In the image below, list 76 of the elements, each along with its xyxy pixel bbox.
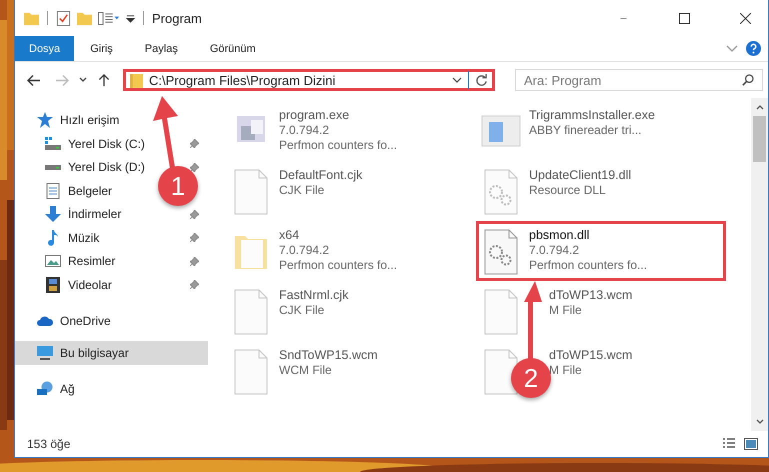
pin-icon[interactable]	[190, 162, 199, 172]
search-icon[interactable]	[742, 74, 754, 86]
file-detail: Resource DLL	[529, 183, 607, 198]
star-icon	[37, 112, 53, 128]
address-bar[interactable]: C:\Program Files\Program Dizini	[123, 69, 495, 91]
file-detail: WCM File	[279, 363, 333, 378]
sidebar-item[interactable]: OneDrive	[15, 308, 208, 332]
file-detail: Perfmon counters fo...	[529, 258, 648, 273]
document-icon	[45, 182, 61, 199]
details-view-icon[interactable]	[722, 438, 736, 450]
pin-icon[interactable]	[190, 280, 199, 290]
file-name: TrigrammsInstaller.exe	[529, 108, 655, 123]
file-detail: Perfmon counters fo...	[279, 138, 398, 153]
view-options-icon[interactable]	[98, 10, 120, 26]
pin-icon[interactable]	[190, 139, 199, 148]
scrollbar[interactable]	[751, 98, 768, 431]
file-name: dToWP15.wcm	[549, 348, 632, 363]
ribbon-tab[interactable]: Dosya	[15, 36, 74, 61]
maximize-icon[interactable]	[678, 12, 690, 24]
large-icons-view-icon[interactable]	[744, 438, 758, 450]
close-icon[interactable]	[740, 12, 750, 24]
ribbon-tab[interactable]: Görünüm	[194, 36, 272, 61]
highlighted-file-item[interactable]: pbsmon.dll 7.0.794.2 Perfmon counters fo...	[476, 221, 726, 281]
item-count: 153 öğe	[27, 437, 70, 451]
drive-icon	[45, 164, 61, 170]
sidebar-item[interactable]: Videolar	[15, 273, 155, 296]
sidebar-item[interactable]: Belgeler	[15, 179, 155, 202]
sidebar-item[interactable]: İndirmeler	[15, 202, 155, 226]
file-detail: 7.0.794.2	[279, 243, 330, 258]
file-name: dToWP13.wcm	[549, 288, 632, 303]
file-name: SndToWP15.wcm	[279, 348, 378, 363]
file-detail: CJK File	[279, 183, 326, 198]
drive-icon	[45, 136, 61, 152]
search-field[interactable]: Ara: Program	[515, 69, 763, 91]
dropdown-icon[interactable]	[126, 14, 135, 22]
sidebar-item[interactable]: Hızlı erişim	[15, 108, 208, 132]
film-icon	[45, 276, 61, 293]
pin-icon[interactable]	[190, 256, 199, 266]
sidebar-item[interactable]: Müzik	[15, 226, 155, 250]
down-arrow-icon	[45, 206, 61, 222]
up-arrow-icon[interactable]	[97, 74, 111, 86]
file-detail: 7.0.794.2	[529, 243, 580, 258]
monitor-icon	[37, 344, 53, 360]
file-detail: ABBY finereader tri...	[529, 123, 642, 138]
file-name: FastNrml.cjk	[279, 288, 348, 303]
file-detail: Perfmon counters fo...	[279, 258, 398, 273]
expand-ribbon-icon[interactable]	[726, 44, 738, 52]
scroll-down-icon[interactable]	[756, 419, 764, 425]
help-icon[interactable]	[746, 41, 761, 56]
file-name: UpdateClient19.dll	[529, 168, 632, 183]
network-icon	[37, 380, 53, 396]
file-name: program.exe	[279, 108, 350, 123]
file-name: DefaultFont.cjk	[279, 168, 362, 183]
back-arrow-icon[interactable]	[27, 74, 41, 86]
pin-icon[interactable]	[190, 210, 199, 219]
ribbon-tab[interactable]: Giriş	[74, 36, 129, 61]
window-title: Program	[152, 10, 202, 26]
sidebar-item[interactable]: Yerel Disk (D:)	[15, 156, 155, 179]
ribbon-tab[interactable]: Paylaş	[128, 36, 194, 61]
file-detail: M File	[549, 363, 583, 378]
file-detail: CJK File	[279, 303, 326, 318]
scroll-thumb[interactable]	[753, 116, 766, 162]
scroll-up-icon[interactable]	[756, 104, 764, 110]
file-name: x64	[279, 228, 300, 243]
recent-locations-icon[interactable]	[79, 77, 87, 83]
sidebar-item[interactable]: Bu bilgisayar	[15, 340, 208, 364]
music-note-icon	[45, 230, 61, 246]
pin-icon[interactable]	[190, 233, 199, 242]
sidebar-item[interactable]: Resimler	[15, 250, 155, 273]
file-detail: 7.0.794.2	[279, 123, 330, 138]
file-name: pbsmon.dll	[529, 228, 590, 243]
picture-frame-icon	[45, 253, 61, 270]
checklist-icon[interactable]	[56, 10, 71, 26]
file-detail: M File	[549, 303, 583, 318]
sidebar-item[interactable]: Ağ	[15, 376, 208, 400]
sidebar-item[interactable]: Yerel Disk (C:)	[15, 132, 155, 156]
